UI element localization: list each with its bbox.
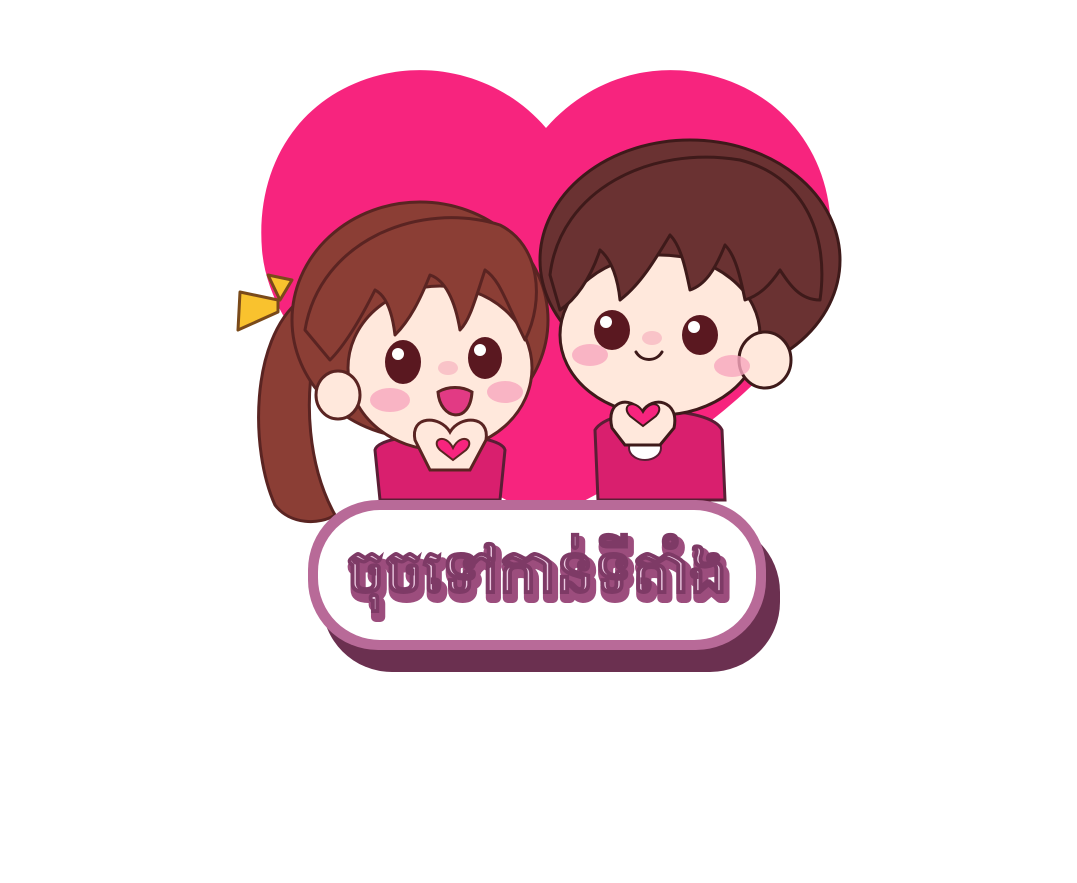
button-label: ចុចទៅកាន់ទីតាំង [347, 533, 728, 612]
open-location-button[interactable]: ចុចទៅកាន់ទីតាំង ចុចទៅកាន់ទីតាំង [308, 500, 780, 672]
couple-sticker: ចុចទៅកាន់ទីតាំង ចុចទៅកាន់ទីតាំង [236, 70, 842, 672]
